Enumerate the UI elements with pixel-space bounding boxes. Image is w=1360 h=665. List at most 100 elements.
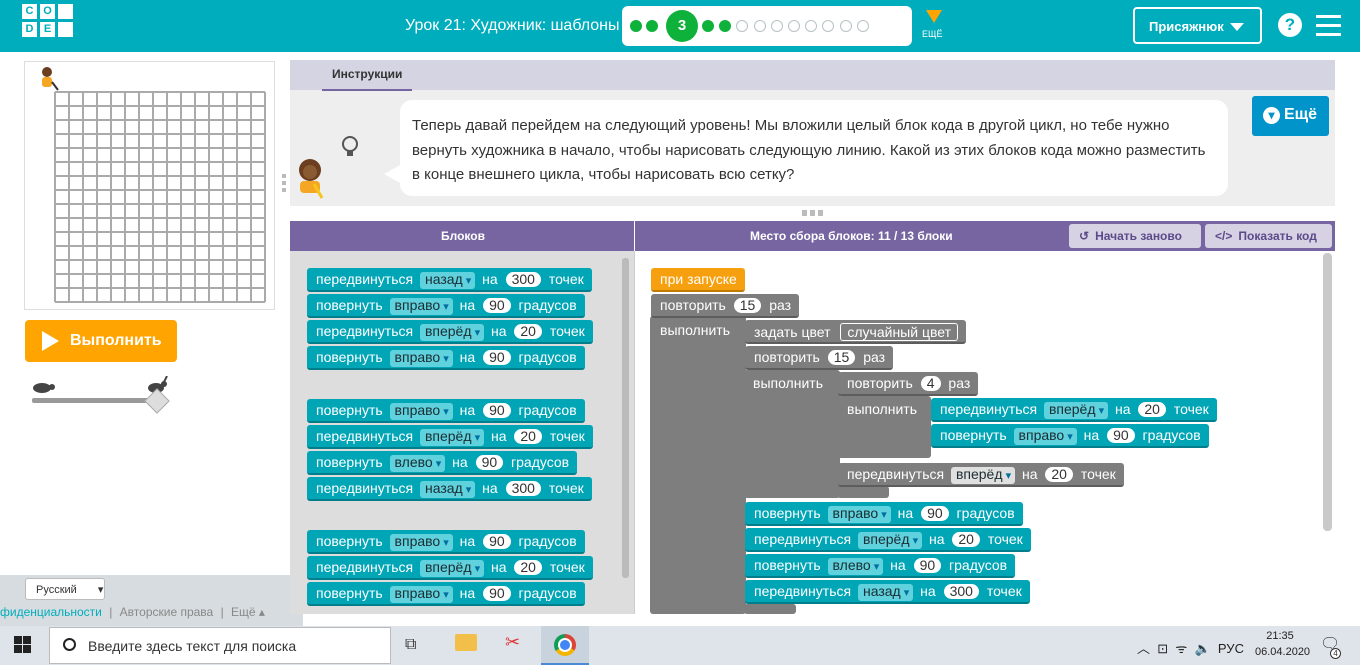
resize-handle[interactable] xyxy=(802,210,824,216)
more-levels-icon[interactable] xyxy=(926,10,942,23)
value-field[interactable]: 90 xyxy=(1107,428,1135,443)
direction-dropdown[interactable]: вправо xyxy=(389,403,453,420)
program-block[interactable]: повернуть вправо на 90 градусов xyxy=(745,502,1023,526)
toolbox-block[interactable]: повернуть вправо на 90 градусов xyxy=(307,530,585,554)
level-dot[interactable] xyxy=(788,20,800,32)
program-block[interactable]: передвинуться вперёд на 20 точек xyxy=(838,463,1124,487)
task-view-icon[interactable]: ⧉ xyxy=(405,636,416,654)
panel-resize-handle[interactable] xyxy=(282,174,286,192)
outer-repeat-body[interactable] xyxy=(650,316,746,614)
program-block[interactable]: передвинуться назад на 300 точек xyxy=(745,580,1030,604)
system-tray[interactable]: ︿ ⊡ ᯤ 🔈 РУС xyxy=(1137,638,1244,657)
file-explorer-icon[interactable] xyxy=(455,634,477,651)
direction-dropdown[interactable]: вперёд xyxy=(950,467,1016,484)
toolbox-scrollbar[interactable] xyxy=(622,258,629,578)
toolbox-block[interactable]: повернуть вправо на 90 градусов xyxy=(307,294,585,318)
more-instructions-button[interactable]: ▾ Ещё xyxy=(1252,96,1329,136)
workspace-scrollbar[interactable] xyxy=(1323,253,1332,531)
direction-dropdown[interactable]: назад xyxy=(857,584,914,601)
speed-slider[interactable] xyxy=(32,398,157,403)
taskbar-search-input[interactable]: Введите здесь текст для поиска xyxy=(49,627,391,664)
direction-dropdown[interactable]: вправо xyxy=(389,534,453,551)
value-field[interactable]: 90 xyxy=(483,534,511,549)
value-field[interactable]: 90 xyxy=(475,455,504,470)
wifi-icon[interactable]: ᯤ xyxy=(1175,641,1187,656)
level-dot[interactable] xyxy=(646,20,658,32)
direction-dropdown[interactable]: влево xyxy=(827,558,884,575)
outer-repeat-block[interactable]: повторить 15 раз xyxy=(651,294,800,318)
more-levels-label[interactable]: ЕЩЁ xyxy=(922,29,942,39)
set-color-block[interactable]: задать цвет случайный цвет xyxy=(745,320,966,344)
program-block[interactable]: передвинуться вперёд на 20 точек xyxy=(931,398,1217,422)
tab-instructions[interactable]: Инструкции xyxy=(322,67,413,91)
value-field[interactable]: 300 xyxy=(505,481,541,496)
value-field[interactable]: 20 xyxy=(1138,402,1166,417)
direction-dropdown[interactable]: назад xyxy=(419,481,476,498)
program-block[interactable]: повернуть влево на 90 градусов xyxy=(745,554,1016,578)
value-field[interactable]: 20 xyxy=(514,429,542,444)
footer-link[interactable]: Ещё ▴ xyxy=(231,605,265,619)
code-org-logo[interactable]: CODE xyxy=(22,4,73,37)
volume-icon[interactable]: 🔈 xyxy=(1195,641,1211,656)
value-field[interactable]: 90 xyxy=(913,558,942,573)
level-dot[interactable] xyxy=(839,20,852,32)
level-dot[interactable] xyxy=(702,20,714,32)
program-block[interactable]: передвинуться вперёд на 20 точек xyxy=(745,528,1031,552)
toolbox-block[interactable]: передвинуться вперёд на 20 точек xyxy=(307,556,593,580)
value-field[interactable]: 90 xyxy=(483,350,511,365)
help-icon[interactable]: ? xyxy=(1278,13,1302,37)
value-field[interactable]: 90 xyxy=(921,506,949,521)
direction-dropdown[interactable]: вперёд xyxy=(419,324,485,341)
level-dot[interactable] xyxy=(822,20,835,32)
program-block[interactable]: повернуть вправо на 90 градусов xyxy=(931,424,1209,448)
toolbox-block[interactable]: повернуть вправо на 90 градусов xyxy=(307,346,585,370)
level-dot[interactable] xyxy=(805,20,818,32)
restart-button[interactable]: ↺ Начать заново xyxy=(1069,224,1201,248)
when-run-block[interactable]: при запуске xyxy=(651,268,745,292)
value-field[interactable]: 300 xyxy=(505,272,541,287)
level-dot[interactable] xyxy=(856,20,869,32)
level-dot[interactable] xyxy=(736,20,749,32)
user-menu-button[interactable]: Присяжнюк xyxy=(1133,7,1262,44)
direction-dropdown[interactable]: вперёд xyxy=(857,532,923,549)
value-field[interactable]: 90 xyxy=(483,403,511,418)
toolbox-block[interactable]: передвинуться вперёд на 20 точек xyxy=(307,425,593,449)
value-field[interactable]: 90 xyxy=(483,586,511,601)
current-level-bubble[interactable]: 3 xyxy=(666,10,698,42)
show-code-button[interactable]: </> Показать код xyxy=(1205,224,1332,248)
value-field[interactable]: 20 xyxy=(514,324,542,339)
direction-dropdown[interactable]: вправо xyxy=(389,298,453,315)
direction-dropdown[interactable]: вправо xyxy=(1013,428,1077,445)
toolbox-block[interactable]: передвинуться назад на 300 точек xyxy=(307,268,592,292)
value-field[interactable]: 20 xyxy=(952,532,980,547)
chevron-up-icon[interactable]: ︿ xyxy=(1137,641,1150,656)
footer-link[interactable]: Авторские права xyxy=(120,605,217,619)
level-dot[interactable] xyxy=(770,20,783,32)
value-field[interactable]: 15 xyxy=(827,350,856,365)
direction-dropdown[interactable]: вперёд xyxy=(419,560,485,577)
toolbox-block[interactable]: повернуть вправо на 90 градусов xyxy=(307,582,585,606)
value-field[interactable]: 20 xyxy=(1045,467,1073,482)
toolbox-block[interactable]: передвинуться вперёд на 20 точек xyxy=(307,320,593,344)
value-field[interactable]: 20 xyxy=(514,560,542,575)
language-select[interactable]: Русский ▾ xyxy=(25,578,105,600)
random-color-block[interactable]: случайный цвет xyxy=(840,323,958,341)
hamburger-menu-icon[interactable] xyxy=(1316,15,1341,42)
run-button[interactable]: Выполнить xyxy=(25,320,177,362)
level-dot[interactable] xyxy=(719,20,732,32)
direction-dropdown[interactable]: вперёд xyxy=(419,429,485,446)
value-field[interactable]: 90 xyxy=(483,298,511,313)
toolbox-block[interactable]: повернуть вправо на 90 градусов xyxy=(307,399,585,423)
taskbar-clock[interactable]: 21:35 06.04.2020 xyxy=(1255,628,1310,660)
value-field[interactable]: 300 xyxy=(943,584,979,599)
snipping-tool-icon[interactable]: ✂ xyxy=(505,632,531,654)
direction-dropdown[interactable]: вправо xyxy=(389,350,453,367)
direction-dropdown[interactable]: вперёд xyxy=(1043,402,1109,419)
input-language[interactable]: РУС xyxy=(1218,641,1244,656)
direction-dropdown[interactable]: вправо xyxy=(827,506,891,523)
direction-dropdown[interactable]: вправо xyxy=(389,586,453,603)
network-icon[interactable]: ⊡ xyxy=(1157,641,1168,656)
toolbox-block[interactable]: повернуть влево на 90 градусов xyxy=(307,451,578,475)
value-field[interactable]: 15 xyxy=(733,298,762,313)
value-field[interactable]: 4 xyxy=(920,376,941,391)
